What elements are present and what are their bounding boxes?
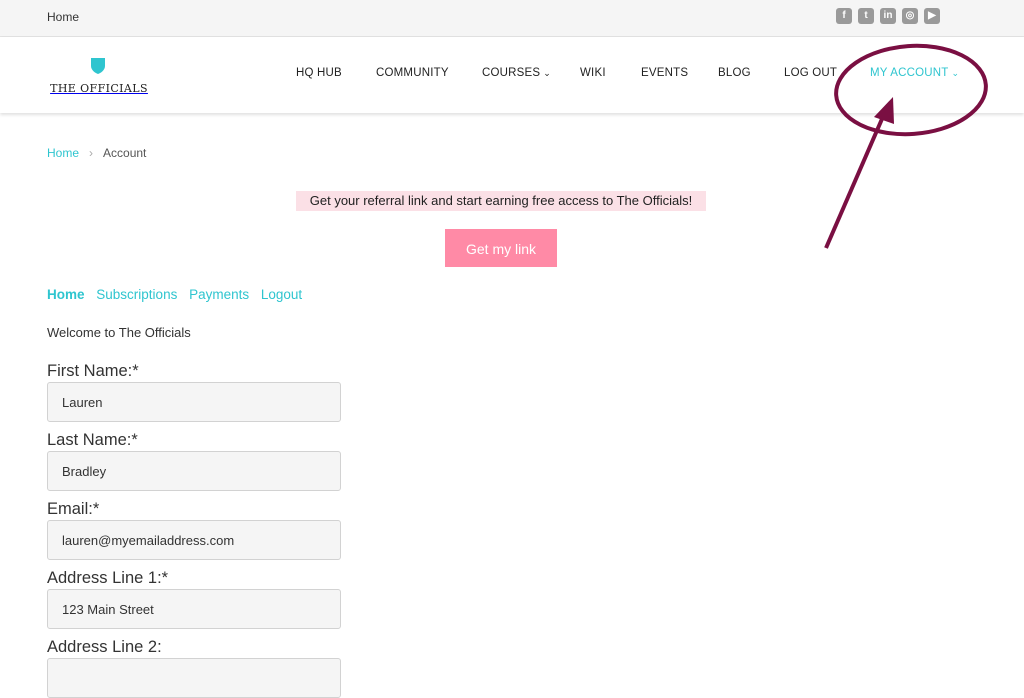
shield-icon [91,58,105,74]
site-header: THE OFFICIALS HQ HUB COMMUNITY COURSES ⌄ … [0,37,1024,113]
nav-blog[interactable]: BLOG [718,67,751,79]
nav-wiki[interactable]: WIKI [580,67,606,79]
nav-my-account[interactable]: MY ACCOUNT ⌄ [870,67,959,79]
instagram-icon[interactable]: ◎ [902,8,918,24]
nav-courses-label: COURSES [482,67,541,79]
address-line-2-label: Address Line 2: [47,638,162,656]
last-name-label: Last Name:* [47,431,138,449]
breadcrumb-home[interactable]: Home [47,146,79,160]
address-line-1-label: Address Line 1:* [47,569,169,587]
welcome-text: Welcome to The Officials [47,325,191,340]
email-label: Email:* [47,500,100,518]
nav-my-account-label: MY ACCOUNT [870,67,949,79]
breadcrumb-current: Account [103,146,147,160]
first-name-field[interactable] [47,382,341,422]
twitter-icon[interactable]: t [858,8,874,24]
last-name-field[interactable] [47,451,341,491]
youtube-icon[interactable]: ▶ [924,8,940,24]
get-my-link-button[interactable]: Get my link [445,229,557,267]
chevron-down-icon: ⌄ [543,68,552,78]
top-bar: Home f t in ◎ ▶ [0,0,1024,37]
nav-logout[interactable]: LOG OUT [784,67,837,79]
breadcrumb-separator: › [89,146,94,160]
account-nav-home[interactable]: Home [47,287,85,302]
address-line-1-field[interactable] [47,589,341,629]
nav-courses[interactable]: COURSES ⌄ [482,67,551,79]
account-nav: Home Subscriptions Payments Logout [47,287,310,302]
account-nav-payments[interactable]: Payments [189,287,249,302]
breadcrumb: Home › Account [47,146,146,160]
first-name-label: First Name:* [47,362,139,380]
nav-community[interactable]: COMMUNITY [376,67,449,79]
address-line-2-field[interactable] [47,658,341,698]
annotation-arrow [824,111,887,249]
site-logo[interactable]: THE OFFICIALS [49,57,149,97]
account-nav-subscriptions[interactable]: Subscriptions [96,287,177,302]
nav-hq-hub[interactable]: HQ HUB [296,67,342,79]
social-links: f t in ◎ ▶ [836,8,940,24]
site-name: THE OFFICIALS [50,82,148,95]
chevron-down-icon: ⌄ [951,68,960,78]
account-nav-logout[interactable]: Logout [261,287,302,302]
facebook-icon[interactable]: f [836,8,852,24]
email-field[interactable] [47,520,341,560]
nav-events[interactable]: EVENTS [641,67,688,79]
referral-promo-text: Get your referral link and start earning… [296,191,706,211]
topbar-home-link[interactable]: Home [47,10,79,24]
linkedin-icon[interactable]: in [880,8,896,24]
